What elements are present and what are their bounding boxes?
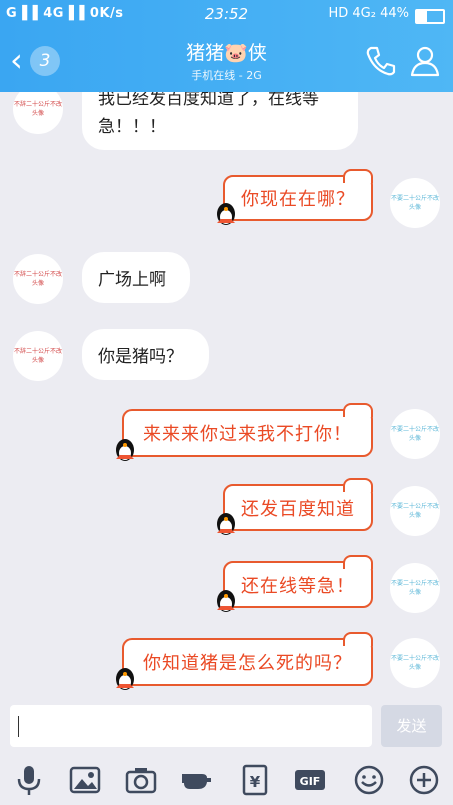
message-bubble[interactable]: 你知道猪是怎么死的吗？ <box>116 632 373 690</box>
message-bubble[interactable]: 你现在在哪？ <box>217 169 373 225</box>
avatar[interactable]: 不辞二十公斤不改头像 <box>13 92 63 134</box>
voice-icon[interactable] <box>12 763 46 797</box>
emoji-icon[interactable] <box>352 763 386 797</box>
hand-icon[interactable] <box>180 763 214 797</box>
message-bubble[interactable]: 我已经发百度知道了，在线等急！！！ <box>82 92 358 150</box>
avatar[interactable]: 不要二十公斤不改头像 <box>390 638 440 688</box>
send-button[interactable]: 发送 <box>381 705 442 747</box>
red-packet-icon[interactable]: ¥ <box>238 763 272 797</box>
svg-text:¥: ¥ <box>250 773 261 791</box>
chat-header: ‹ 3 猪猪🐷侠 手机在线 - 2G <box>0 30 453 92</box>
message-bubble[interactable]: 还在线等急！ <box>217 555 373 612</box>
plus-icon[interactable] <box>407 763 441 797</box>
avatar[interactable]: 不辞二十公斤不改头像 <box>13 254 63 304</box>
input-toolbar: ¥ GIF <box>0 755 453 805</box>
penguin-icon <box>217 203 235 225</box>
penguin-icon <box>217 513 235 535</box>
message-bubble[interactable]: 广场上啊 <box>82 252 190 303</box>
input-bar: 发送 <box>0 699 453 755</box>
svg-text:GIF: GIF <box>300 775 321 788</box>
profile-icon[interactable] <box>408 44 442 78</box>
avatar[interactable]: 不要二十公斤不改头像 <box>390 409 440 459</box>
avatar[interactable]: 不要二十公斤不改头像 <box>390 178 440 228</box>
avatar[interactable]: 不要二十公斤不改头像 <box>390 563 440 613</box>
image-icon[interactable] <box>68 763 102 797</box>
camera-icon[interactable] <box>124 763 158 797</box>
battery-icon <box>415 9 445 24</box>
status-bar: G▐▐ 4G▐▐ 0K/s 23:52 HD 4G₂ 44% <box>0 0 453 30</box>
penguin-icon <box>217 590 235 612</box>
gif-icon[interactable]: GIF <box>293 763 327 797</box>
penguin-icon <box>116 668 134 690</box>
avatar[interactable]: 不辞二十公斤不改头像 <box>13 331 63 381</box>
phone-icon[interactable] <box>364 44 398 78</box>
message-bubble[interactable]: 还发百度知道 <box>217 478 373 535</box>
avatar[interactable]: 不要二十公斤不改头像 <box>390 486 440 536</box>
message-bubble[interactable]: 你是猪吗？ <box>82 329 209 380</box>
network-status: HD 4G₂ 44% <box>328 6 409 21</box>
message-list[interactable]: 不辞二十公斤不改头像 我已经发百度知道了，在线等急！！！ 你现在在哪？ 不要二十… <box>0 92 453 699</box>
penguin-icon <box>116 439 134 461</box>
text-caret <box>18 716 19 737</box>
message-input[interactable] <box>10 705 372 747</box>
message-bubble[interactable]: 来来来你过来我不打你！ <box>116 403 373 461</box>
